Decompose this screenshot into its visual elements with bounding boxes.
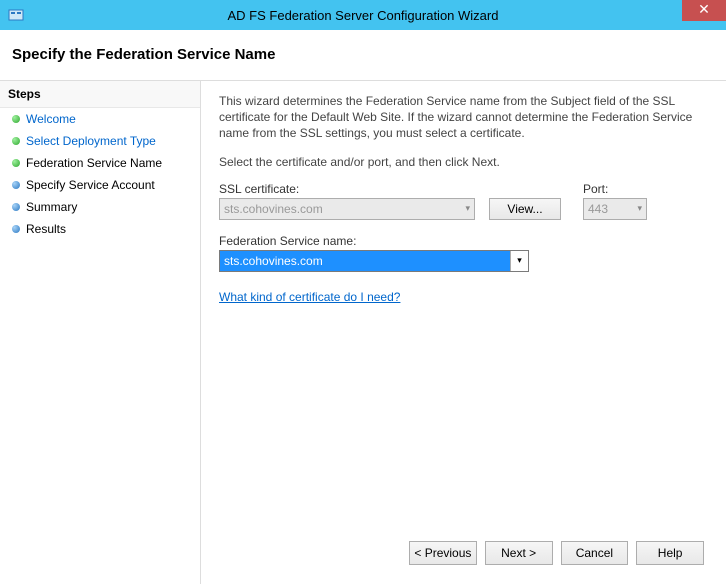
intro-text: This wizard determines the Federation Se… <box>219 93 708 142</box>
help-button[interactable]: Help <box>636 541 704 565</box>
chevron-down-icon[interactable]: ▾ <box>510 251 528 271</box>
bullet-icon <box>12 225 20 233</box>
select-instructions: Select the certificate and/or port, and … <box>219 154 708 170</box>
bullet-icon <box>12 159 20 167</box>
bullet-icon <box>12 203 20 211</box>
chevron-down-icon: ▾ <box>465 203 470 214</box>
bullet-icon <box>12 137 20 145</box>
close-button[interactable]: ✕ <box>682 0 726 21</box>
port-value: 443 <box>588 202 608 216</box>
titlebar: AD FS Federation Server Configuration Wi… <box>0 0 726 30</box>
cancel-button[interactable]: Cancel <box>561 541 629 565</box>
sidebar-item-label: Results <box>26 222 66 236</box>
ssl-certificate-dropdown[interactable]: sts.cohovines.com ▾ <box>219 198 475 220</box>
ssl-certificate-value: sts.cohovines.com <box>224 202 323 216</box>
sidebar-item-federation-service-name[interactable]: Federation Service Name <box>0 152 200 174</box>
sidebar-item-deployment-type[interactable]: Select Deployment Type <box>0 130 200 152</box>
federation-name-value[interactable]: sts.cohovines.com <box>220 251 510 271</box>
certificate-help-link[interactable]: What kind of certificate do I need? <box>219 290 400 304</box>
federation-name-combobox[interactable]: sts.cohovines.com ▾ <box>219 250 529 272</box>
steps-sidebar: Steps Welcome Select Deployment Type Fed… <box>0 80 200 584</box>
chevron-down-icon: ▾ <box>637 203 642 214</box>
wizard-button-bar: < Previous Next > Cancel Help <box>409 530 718 576</box>
federation-name-label: Federation Service name: <box>219 234 708 248</box>
next-button[interactable]: Next > <box>485 541 553 565</box>
window-title: AD FS Federation Server Configuration Wi… <box>0 8 726 23</box>
view-button[interactable]: View... <box>489 198 561 220</box>
sidebar-item-label: Summary <box>26 200 77 214</box>
sidebar-item-service-account[interactable]: Specify Service Account <box>0 174 200 196</box>
bullet-icon <box>12 115 20 123</box>
port-label: Port: <box>583 182 647 196</box>
bullet-icon <box>12 181 20 189</box>
sidebar-item-label: Select Deployment Type <box>26 134 156 148</box>
sidebar-item-label: Specify Service Account <box>26 178 155 192</box>
wizard-content: This wizard determines the Federation Se… <box>200 80 726 584</box>
sidebar-item-label: Welcome <box>26 112 76 126</box>
previous-button[interactable]: < Previous <box>409 541 477 565</box>
page-heading: Specify the Federation Service Name <box>0 30 726 80</box>
sidebar-item-summary[interactable]: Summary <box>0 196 200 218</box>
port-dropdown[interactable]: 443 ▾ <box>583 198 647 220</box>
sidebar-item-welcome[interactable]: Welcome <box>0 108 200 130</box>
sidebar-item-label: Federation Service Name <box>26 156 162 170</box>
ssl-label: SSL certificate: <box>219 182 475 196</box>
sidebar-item-results[interactable]: Results <box>0 218 200 240</box>
sidebar-header: Steps <box>0 81 200 108</box>
